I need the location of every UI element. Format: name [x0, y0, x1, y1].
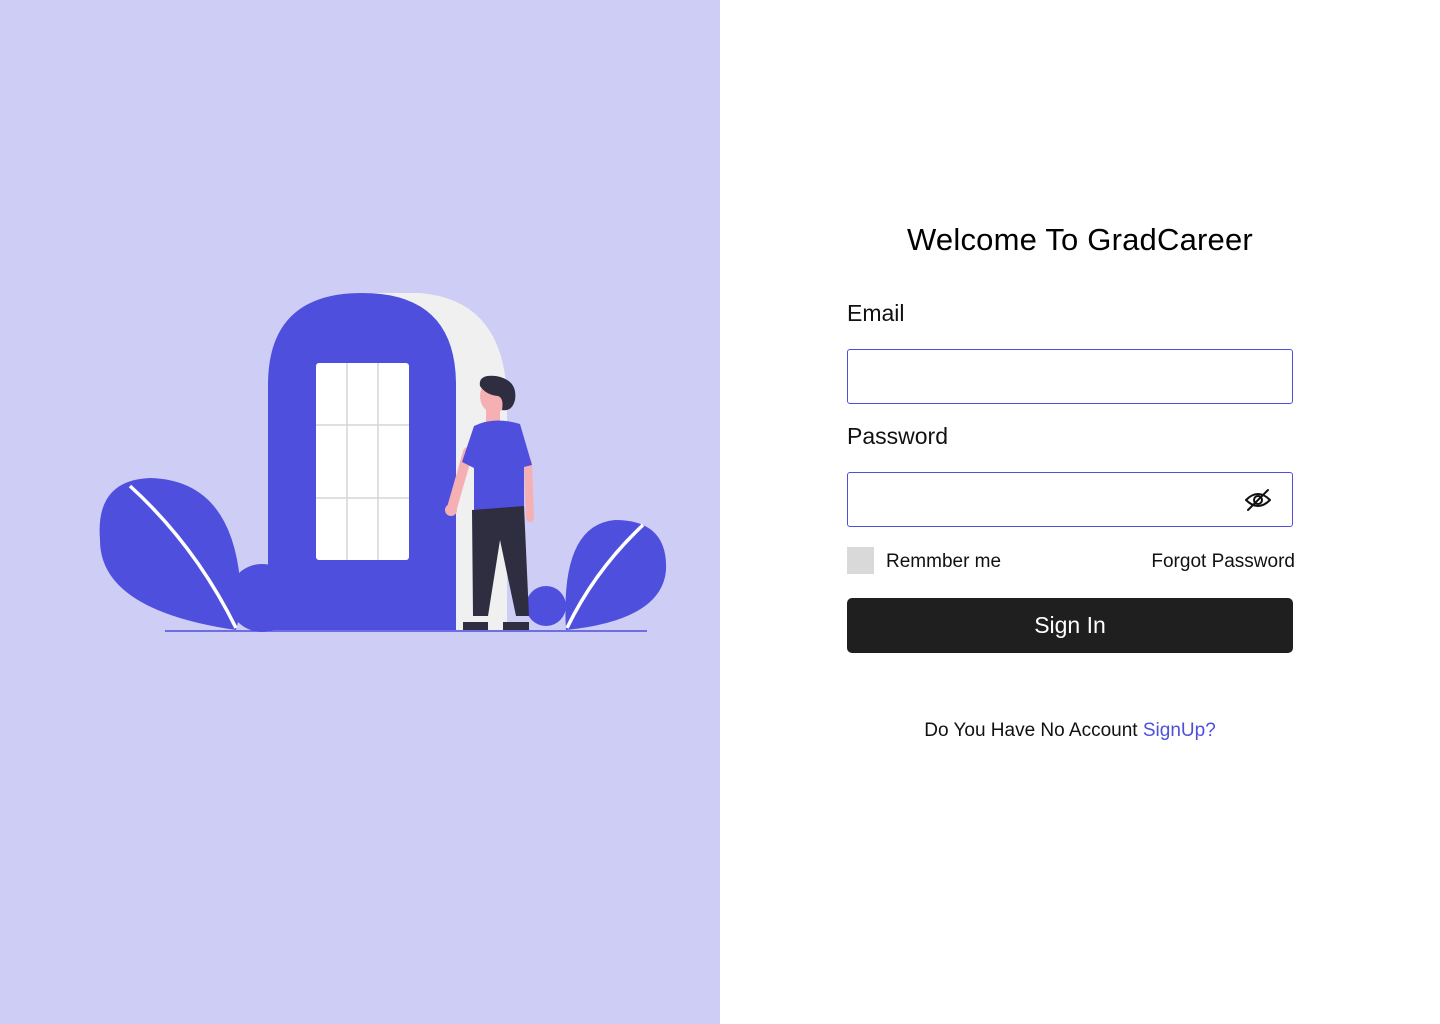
- sign-in-button[interactable]: Sign In: [847, 598, 1293, 653]
- password-label: Password: [847, 423, 948, 449]
- illustration-panel: [0, 0, 720, 1024]
- email-label: Email: [847, 300, 905, 326]
- signup-link[interactable]: SignUp?: [1143, 720, 1216, 741]
- page-title-text: Welcome To GradCareer: [907, 222, 1253, 257]
- remember-me-checkbox[interactable]: [847, 547, 874, 574]
- password-field[interactable]: [847, 472, 1293, 527]
- eye-off-icon[interactable]: [1242, 484, 1274, 516]
- signup-row: Do You Have No Account SignUp?: [847, 720, 1293, 742]
- signup-prompt: Do You Have No Account: [924, 720, 1143, 741]
- remember-me-label: Remmber me: [886, 551, 1002, 572]
- forgot-password-link[interactable]: Forgot Password: [1151, 551, 1295, 573]
- email-field[interactable]: [847, 349, 1293, 404]
- welcome-illustration: [99, 293, 667, 632]
- page-title: Welcome To GradCareer: [720, 222, 1440, 258]
- login-panel: Welcome To GradCareer Email Password Rem…: [720, 0, 1440, 1024]
